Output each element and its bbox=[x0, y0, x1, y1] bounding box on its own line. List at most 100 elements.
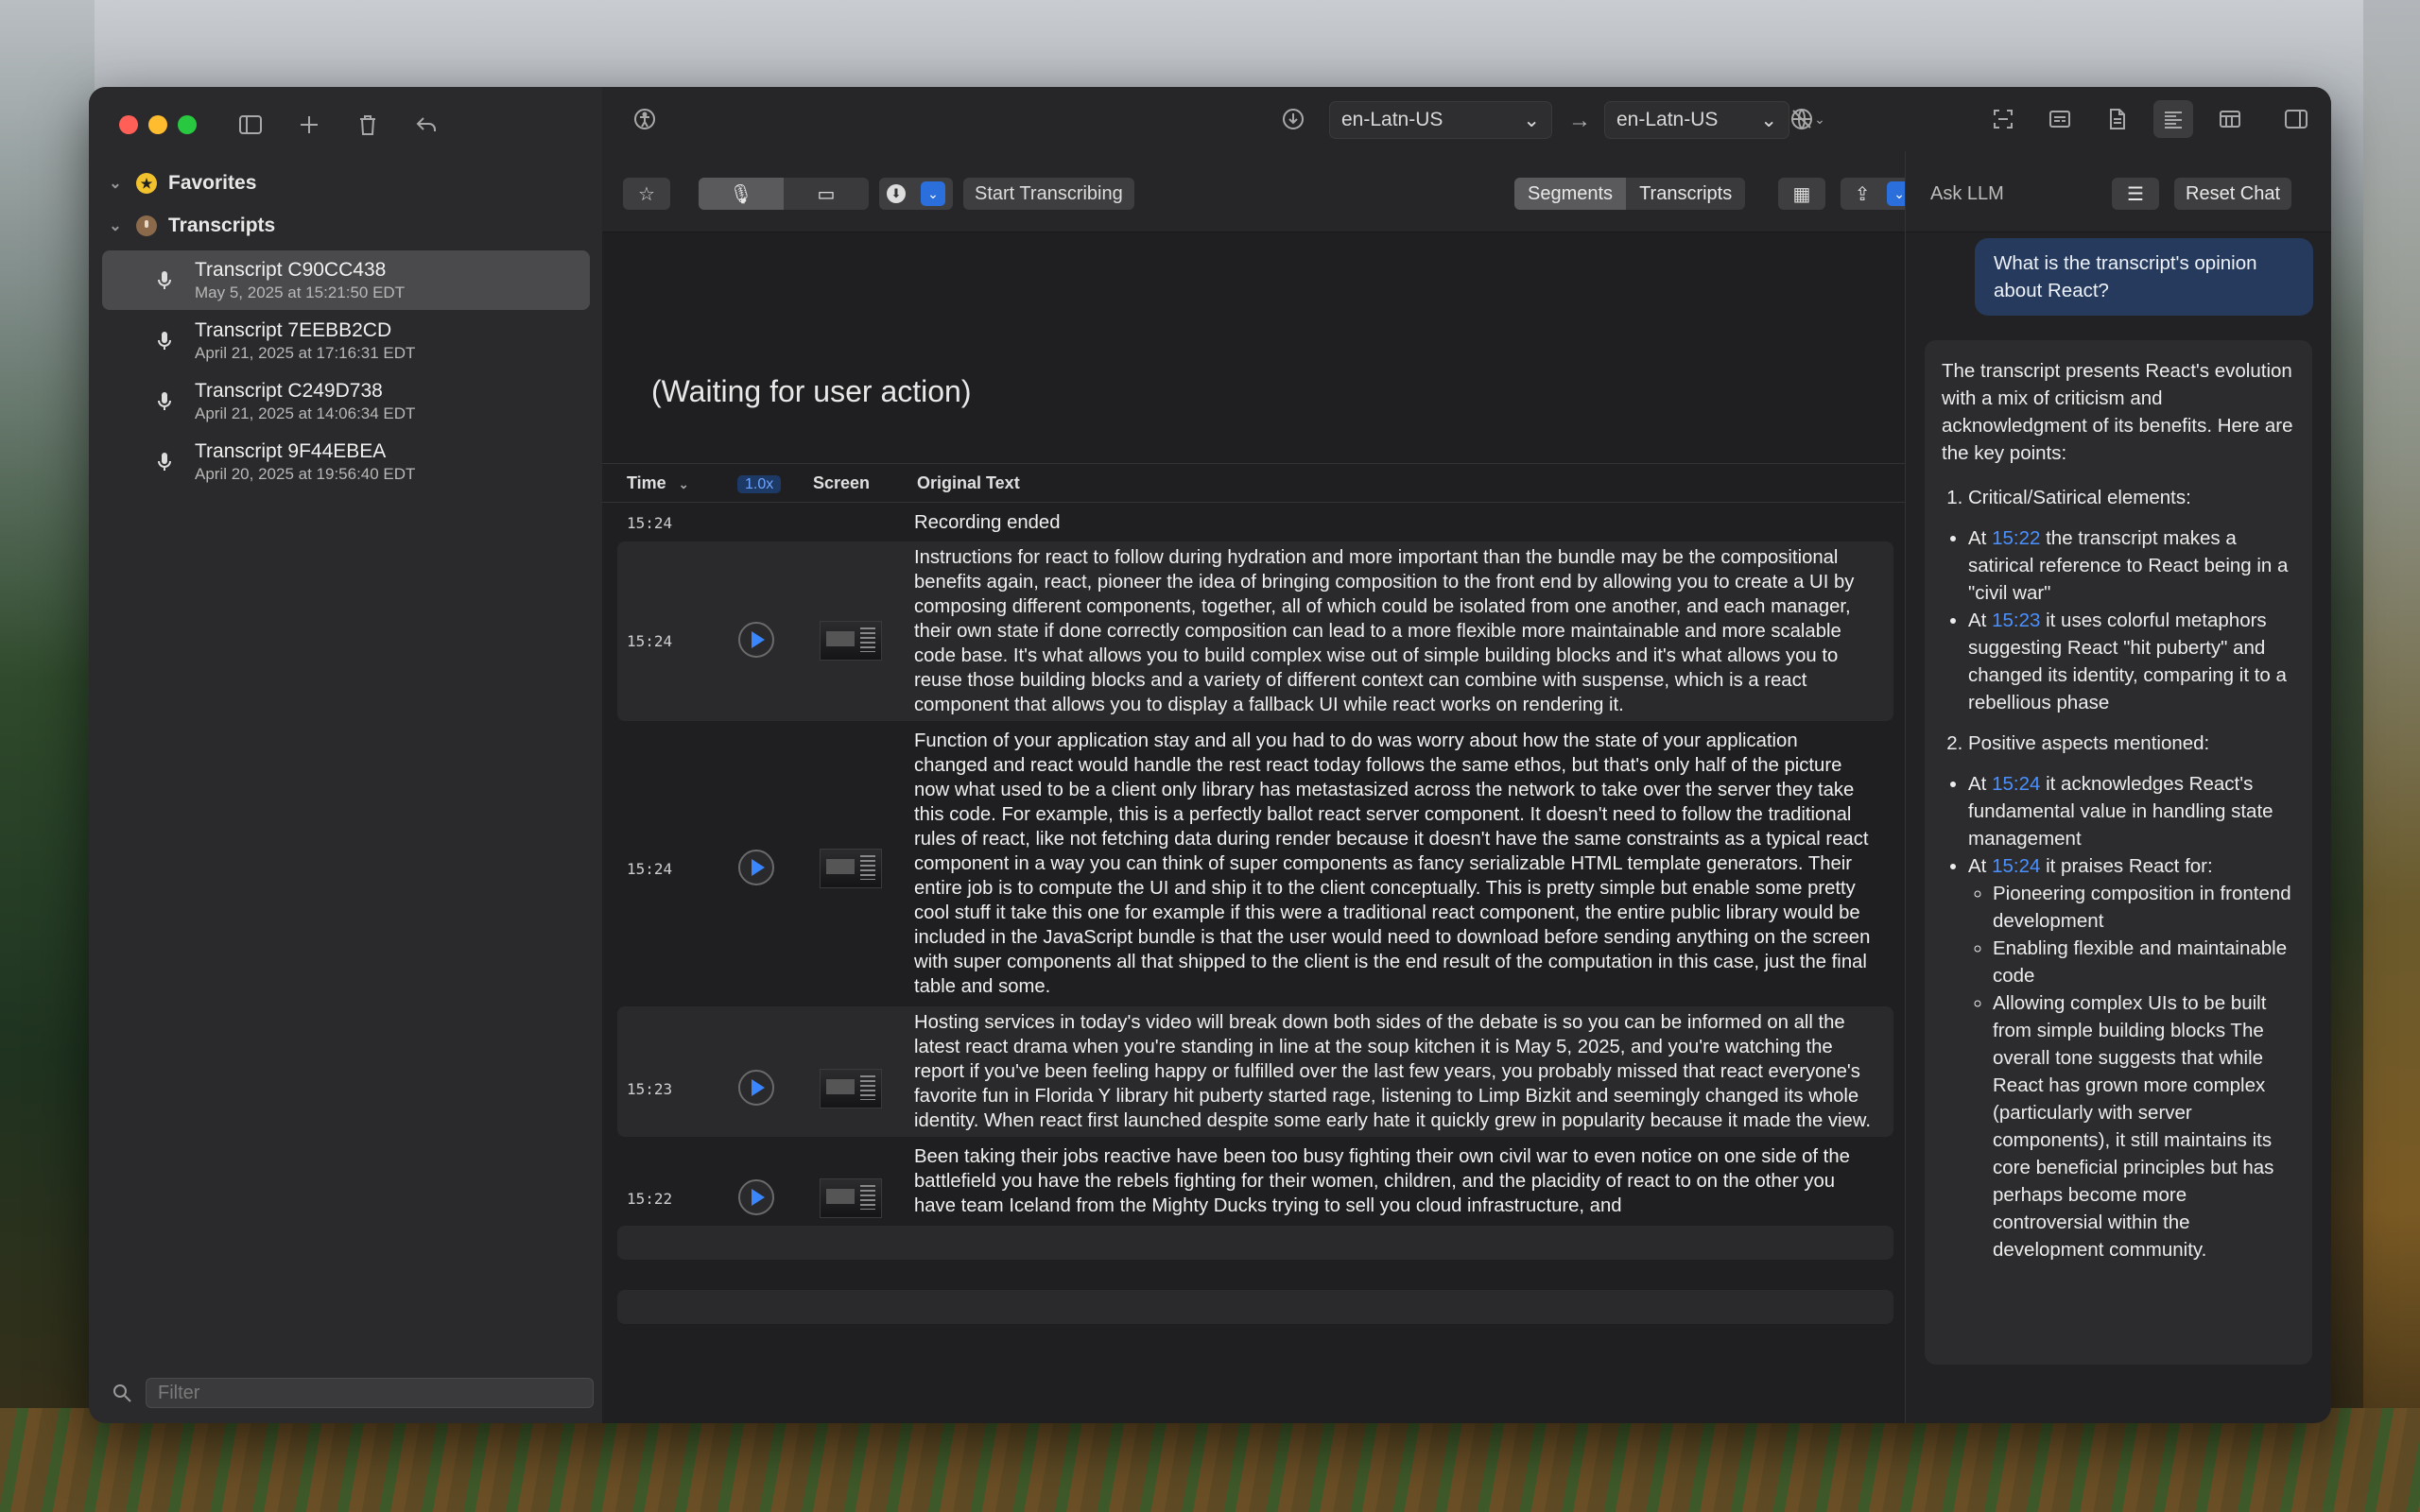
filter-input[interactable] bbox=[146, 1378, 594, 1408]
table-row[interactable]: 15:23 Hosting services in today's video … bbox=[617, 1006, 1893, 1137]
desktop-wallpaper-right bbox=[2363, 0, 2420, 1512]
search-icon bbox=[113, 1384, 131, 1402]
microphone-icon bbox=[151, 330, 178, 352]
microphone-icon bbox=[151, 269, 178, 292]
screen-thumbnail[interactable] bbox=[820, 849, 882, 888]
transcript-item[interactable]: Transcript 7EEBB2CD April 21, 2025 at 17:… bbox=[102, 311, 590, 370]
filter-bar bbox=[112, 1378, 594, 1408]
llm-header: Ask LLM ☰ Reset Chat bbox=[1906, 151, 2331, 232]
play-icon[interactable] bbox=[738, 1070, 774, 1106]
reply-bullet: At 15:24 it acknowledges React's fundame… bbox=[1968, 770, 2295, 852]
app-window: ⌄ ★ Favorites ⌄ Transcripts Transcript C… bbox=[89, 87, 2331, 1423]
row-time: 15:24 bbox=[627, 860, 673, 878]
time-column-header[interactable]: Time ⌄ bbox=[627, 473, 689, 493]
target-language-select[interactable]: en-Latn-US ⌄ bbox=[1604, 101, 1789, 139]
segments-view-icon[interactable] bbox=[2153, 100, 2193, 138]
table-view-icon[interactable] bbox=[2210, 100, 2250, 138]
screen-thumbnail[interactable] bbox=[820, 1069, 882, 1108]
desktop-wallpaper-left bbox=[0, 0, 95, 1512]
row-time: 15:24 bbox=[627, 632, 673, 650]
table-row[interactable]: 15:22 Been taking their jobs reactive ha… bbox=[617, 1141, 1893, 1222]
table-row[interactable]: 15:24 Recording ended bbox=[617, 506, 1893, 538]
screen-thumbnail[interactable] bbox=[820, 621, 882, 661]
row-text: Recording ended bbox=[914, 512, 1061, 533]
status-message: (Waiting for user action) bbox=[651, 374, 972, 408]
model-download-button[interactable]: ⬇ ⌄ bbox=[879, 178, 953, 210]
chevron-down-icon[interactable]: ⌄ bbox=[106, 216, 125, 235]
reply-point-title: Critical/Satirical elements: bbox=[1968, 484, 2295, 511]
transcripts-tab[interactable]: Transcripts bbox=[1626, 178, 1745, 210]
chevron-down-icon[interactable]: ⌄ bbox=[921, 181, 945, 206]
timestamp-link[interactable]: 15:22 bbox=[1992, 527, 2040, 549]
transcript-rows: 15:24 Recording ended 15:24 Instructions… bbox=[617, 506, 1893, 1324]
timestamp-link[interactable]: 15:24 bbox=[1992, 855, 2040, 877]
timestamp-link[interactable]: 15:23 bbox=[1992, 610, 2040, 631]
chevron-down-icon[interactable]: ⌄ bbox=[106, 174, 125, 193]
transcript-date: May 5, 2025 at 15:21:50 EDT bbox=[195, 283, 406, 301]
ask-llm-panel: Ask LLM ☰ Reset Chat What is the transcr… bbox=[1905, 151, 2331, 1423]
toggle-sidebar-icon[interactable] bbox=[231, 106, 270, 144]
sidebar-toolbar bbox=[231, 106, 446, 144]
transcripts-label: Transcripts bbox=[168, 215, 276, 236]
table-row[interactable]: 15:24 Function of your application stay … bbox=[617, 725, 1893, 1003]
row-text: Been taking their jobs reactive have bee… bbox=[914, 1146, 1850, 1216]
play-icon[interactable] bbox=[738, 1179, 774, 1215]
microphone-icon bbox=[136, 215, 157, 236]
transcript-item[interactable]: Transcript C249D738 April 21, 2025 at 14:… bbox=[102, 371, 590, 431]
segments-tab[interactable]: Segments bbox=[1514, 178, 1627, 210]
start-transcribing-button[interactable]: Start Transcribing bbox=[963, 178, 1134, 210]
download-circle-icon[interactable] bbox=[1273, 100, 1313, 138]
reply-bullet: At 15:22 the transcript makes a satirica… bbox=[1968, 524, 2295, 607]
reply-subbullet: Allowing complex UIs to be built from si… bbox=[1993, 989, 2295, 1263]
transcript-date: April 21, 2025 at 17:16:31 EDT bbox=[195, 343, 416, 362]
favorite-star-icon[interactable]: ☆ bbox=[623, 178, 670, 210]
screen-thumbnail[interactable] bbox=[820, 1178, 882, 1218]
calendar-export-icon[interactable]: ▦ bbox=[1778, 178, 1825, 210]
source-language-select[interactable]: en-Latn-US ⌄ bbox=[1329, 101, 1552, 139]
table-row[interactable]: 15:24 Instructions for react to follow d… bbox=[617, 541, 1893, 721]
transcript-date: April 21, 2025 at 14:06:34 EDT bbox=[195, 404, 416, 422]
playback-speed-badge[interactable]: 1.0x bbox=[737, 473, 782, 493]
accessibility-icon[interactable] bbox=[625, 100, 665, 138]
favorites-section[interactable]: ⌄ ★ Favorites bbox=[106, 172, 256, 195]
user-question-bubble: What is the transcript's opinion about R… bbox=[1975, 238, 2313, 316]
zoom-window-button[interactable] bbox=[178, 115, 197, 134]
minimize-window-button[interactable] bbox=[148, 115, 167, 134]
reply-icon[interactable] bbox=[406, 106, 446, 144]
microphone-icon bbox=[151, 451, 178, 473]
play-icon[interactable] bbox=[738, 850, 774, 885]
time-header-label: Time bbox=[627, 473, 666, 492]
source-language-value: en-Latn-US bbox=[1341, 109, 1443, 130]
target-language-value: en-Latn-US bbox=[1616, 109, 1719, 130]
transcript-main: ☆ 🎙 ▭ ⬇ ⌄ Start Transcribing Segments Tra… bbox=[602, 151, 1920, 1423]
original-text-column-header[interactable]: Original Text bbox=[917, 473, 1020, 493]
microphone-icon bbox=[151, 390, 178, 413]
new-transcript-icon[interactable] bbox=[289, 106, 329, 144]
reply-bullet: At 15:23 it uses colorful metaphors sugg… bbox=[1968, 607, 2295, 716]
trash-icon[interactable] bbox=[348, 106, 388, 144]
transcripts-section[interactable]: ⌄ Transcripts bbox=[106, 215, 275, 237]
transcript-item[interactable]: Transcript 9F44EBEA April 20, 2025 at 19:… bbox=[102, 432, 590, 491]
document-icon[interactable] bbox=[2097, 100, 2136, 138]
llm-title: Ask LLM bbox=[1930, 183, 2004, 204]
translate-off-icon[interactable]: ⌄ bbox=[1774, 100, 1841, 138]
scan-icon[interactable] bbox=[1983, 100, 2023, 138]
chevron-down-icon: ⌄ bbox=[678, 477, 689, 491]
transcript-name: Transcript C249D738 bbox=[195, 379, 383, 402]
star-icon: ★ bbox=[136, 173, 157, 194]
llm-options-icon[interactable]: ☰ bbox=[2112, 178, 2159, 210]
toggle-inspector-icon[interactable] bbox=[2276, 100, 2316, 138]
bullet-text: it praises React for: bbox=[2046, 855, 2213, 877]
microphone-source-icon[interactable]: 🎙 bbox=[699, 178, 784, 210]
close-window-button[interactable] bbox=[119, 115, 138, 134]
window-source-icon[interactable]: ▭ bbox=[784, 178, 869, 210]
reset-chat-button[interactable]: Reset Chat bbox=[2174, 178, 2292, 210]
chevron-down-icon: ⌄ bbox=[1523, 109, 1540, 131]
screen-column-header[interactable]: Screen bbox=[813, 473, 870, 493]
timestamp-link[interactable]: 15:24 bbox=[1992, 773, 2040, 795]
bullet-prefix: At bbox=[1968, 610, 1987, 631]
play-icon[interactable] bbox=[738, 622, 774, 658]
subtitles-icon[interactable] bbox=[2040, 100, 2080, 138]
transcript-item[interactable]: Transcript C90CC438 May 5, 2025 at 15:21:… bbox=[102, 250, 590, 310]
speed-value: 1.0x bbox=[737, 475, 782, 493]
